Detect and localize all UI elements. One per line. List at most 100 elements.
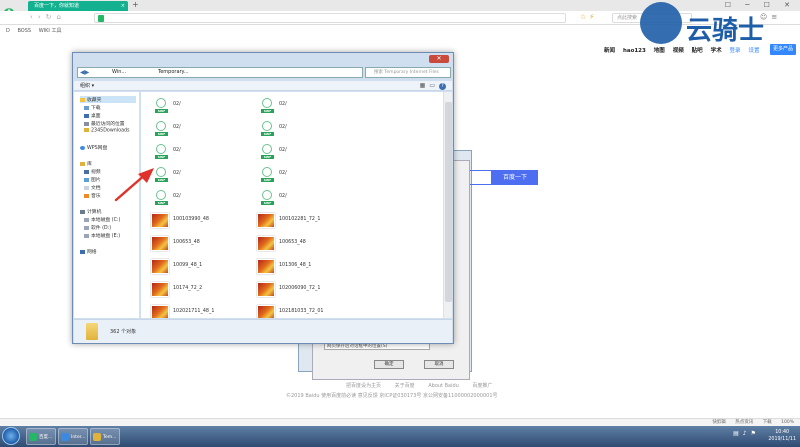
vertical-scrollbar[interactable]: [443, 92, 452, 318]
file-item[interactable]: SWF 02/: [151, 98, 251, 118]
ok-button[interactable]: 确定: [374, 360, 404, 369]
taskbar-item-browser[interactable]: 百度...: [26, 428, 56, 445]
taskbar-item-folder[interactable]: Tem...: [90, 428, 120, 445]
start-button[interactable]: [2, 427, 20, 445]
sidebar-item-wps-cloud[interactable]: WPS网盘: [80, 144, 107, 151]
scrollbar-thumb[interactable]: [445, 102, 452, 302]
file-item[interactable]: SWF 02/: [257, 121, 357, 141]
close-icon[interactable]: ✕: [429, 55, 449, 63]
sidebar-item-favorites[interactable]: 收藏夹: [80, 96, 136, 103]
swf-badge: SWF: [261, 155, 274, 159]
file-item[interactable]: 102006090_72_1: [257, 282, 357, 302]
organize-menu[interactable]: 组织 ▾: [80, 82, 94, 89]
address-bar[interactable]: [94, 13, 566, 23]
taskbar-item-ie[interactable]: Inter...: [58, 428, 88, 445]
sidebar-item-drive-e[interactable]: 本地磁盘 (E:): [84, 232, 120, 239]
network-tray-icon[interactable]: ▤: [733, 430, 743, 437]
sidebar-item-libraries[interactable]: 库: [80, 160, 92, 167]
file-item[interactable]: 100653_48: [257, 236, 357, 256]
back-icon[interactable]: ‹: [30, 13, 38, 21]
refresh-icon[interactable]: ↻: [46, 13, 57, 21]
footer-link[interactable]: 关于百度: [395, 383, 415, 389]
file-item[interactable]: SWF 02/: [151, 167, 251, 187]
help-icon[interactable]: ?: [439, 83, 446, 90]
file-item[interactable]: 101306_48_1: [257, 259, 357, 279]
status-item[interactable]: 下载: [763, 420, 772, 425]
footer-link[interactable]: About Baidu: [428, 383, 459, 389]
nav-link[interactable]: hao123: [623, 48, 646, 54]
file-item[interactable]: 100103990_48: [151, 213, 251, 233]
settings-link[interactable]: 设置: [748, 48, 759, 54]
dialog-address-bar[interactable]: ◀▶ Win... Temporary...: [77, 67, 363, 78]
file-item[interactable]: SWF 02/: [257, 144, 357, 164]
nav-link[interactable]: 贴吧: [692, 48, 703, 54]
view-icon[interactable]: ▦: [420, 82, 430, 89]
bookmark-item[interactable]: BOSS: [17, 28, 31, 34]
file-item[interactable]: 102021711_48_1: [151, 305, 251, 318]
breadcrumb-folder[interactable]: Temporary...: [158, 69, 189, 75]
clock[interactable]: 10:40 2019/11/11: [768, 429, 796, 443]
new-tab-button[interactable]: +: [132, 0, 139, 10]
nav-link[interactable]: 地图: [654, 48, 665, 54]
bookmark-item[interactable]: D: [6, 28, 10, 34]
sidebar-item-network[interactable]: 网络: [80, 248, 97, 255]
bookmark-item[interactable]: WIKI 工具: [39, 28, 62, 34]
baidu-footer-links: 把百度设为主页 关于百度 About Baidu 百度推广: [346, 382, 504, 389]
camera-search-button[interactable]: [470, 170, 492, 185]
file-item[interactable]: SWF 02/: [257, 190, 357, 210]
image-thumbnail-icon: [257, 305, 275, 318]
sidebar-item-drive-d[interactable]: 软件 (D:): [84, 224, 111, 231]
baidu-search-button[interactable]: 百度一下: [492, 170, 538, 185]
lightning-icon[interactable]: ⚡: [589, 13, 597, 21]
sidebar-item-documents[interactable]: 文档: [84, 184, 101, 191]
nav-link[interactable]: 学术: [711, 48, 722, 54]
file-item[interactable]: 10174_72_2: [151, 282, 251, 302]
more-products-button[interactable]: 更多产品: [770, 44, 796, 55]
volume-icon[interactable]: ♪: [743, 430, 751, 437]
login-link[interactable]: 登录: [730, 48, 741, 54]
sidebar-item-videos[interactable]: 视频: [84, 168, 101, 175]
file-item[interactable]: 10099_48_1: [151, 259, 251, 279]
tab-close-icon[interactable]: ×: [121, 1, 125, 11]
file-item[interactable]: 100653_48: [151, 236, 251, 256]
swf-file-icon: SWF: [260, 167, 274, 183]
sidebar-item-recent[interactable]: 最近访问的位置: [84, 120, 125, 127]
nav-link[interactable]: 新闻: [604, 48, 615, 54]
file-item[interactable]: 102181033_72_01: [257, 305, 357, 318]
sidebar-item-drive-c[interactable]: 本地磁盘 (C:): [84, 216, 120, 223]
file-item[interactable]: SWF 02/: [151, 144, 251, 164]
sidebar-item-computer[interactable]: 计算机: [80, 208, 101, 215]
dialog-search-input[interactable]: 搜索 Temporary Internet Files: [365, 67, 451, 78]
view-options[interactable]: ▦▭?: [420, 82, 446, 90]
watermark: 云骑士: [640, 2, 800, 46]
file-item[interactable]: SWF 02/: [151, 190, 251, 210]
zoom-level[interactable]: 100%: [781, 420, 794, 425]
flag-icon[interactable]: ⚑: [751, 430, 760, 437]
preview-pane-icon[interactable]: ▭: [429, 82, 439, 89]
sidebar-item-music[interactable]: 音乐: [84, 192, 101, 199]
sidebar-item-pictures[interactable]: 图片: [84, 176, 101, 183]
sidebar-item-2345downloads[interactable]: 2345Downloads: [84, 128, 130, 134]
nav-buttons[interactable]: ‹›↻⌂: [30, 13, 66, 21]
nav-link[interactable]: 视频: [673, 48, 684, 54]
forward-icon[interactable]: ›: [38, 13, 46, 21]
sidebar-item-desktop[interactable]: 桌面: [84, 112, 101, 119]
sidebar-item-downloads[interactable]: 下载: [84, 104, 101, 111]
file-name: 02/: [173, 194, 181, 199]
file-item[interactable]: SWF 02/: [257, 98, 357, 118]
status-item[interactable]: 快剪辑: [712, 420, 726, 425]
footer-link[interactable]: 百度推广: [472, 383, 492, 389]
file-item[interactable]: SWF 02/: [151, 121, 251, 141]
home-icon[interactable]: ⌂: [57, 13, 66, 21]
dialog-back-forward-icon[interactable]: ◀▶: [80, 69, 89, 76]
footer-link[interactable]: 把百度设为主页: [346, 383, 381, 389]
file-item[interactable]: SWF 02/: [257, 167, 357, 187]
file-item[interactable]: 100102281_72_1: [257, 213, 357, 233]
status-item[interactable]: 热点资讯: [735, 420, 753, 425]
tab-baidu[interactable]: 百度一下，你就知道 ×: [28, 1, 128, 11]
star-icon[interactable]: ☆: [580, 13, 589, 21]
breadcrumb-root[interactable]: Win...: [112, 69, 126, 75]
toolbar-extension-icons[interactable]: ☆⚡: [580, 13, 597, 21]
system-tray[interactable]: ▤♪⚑: [733, 430, 760, 437]
cancel-button[interactable]: 取消: [424, 360, 454, 369]
